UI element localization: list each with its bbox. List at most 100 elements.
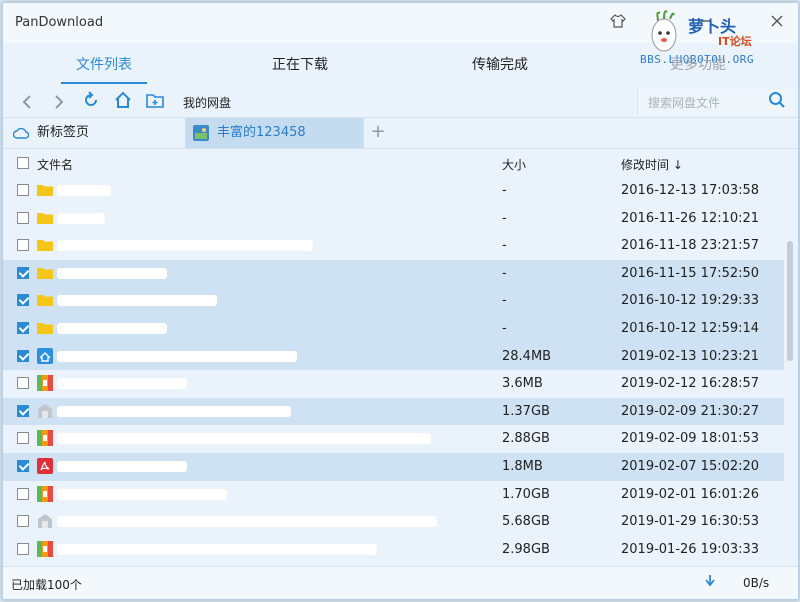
- file-name-redacted: [57, 267, 167, 279]
- archive-icon: [37, 540, 53, 557]
- file-size: 5.68GB: [502, 514, 550, 530]
- vertical-scrollbar[interactable]: [784, 177, 796, 565]
- download-arrow-icon: [705, 575, 715, 591]
- current-path[interactable]: 我的网盘: [183, 94, 231, 111]
- home-icon[interactable]: [111, 90, 135, 114]
- file-checkbox[interactable]: [17, 432, 29, 445]
- tab-completed[interactable]: 传输完成: [445, 45, 555, 85]
- file-name-redacted: [57, 185, 111, 196]
- file-modified-time: 2019-02-09 21:30:27: [621, 403, 760, 419]
- file-checkbox[interactable]: [17, 542, 29, 555]
- file-checkbox[interactable]: [17, 404, 29, 417]
- archive-icon: [37, 430, 53, 447]
- file-size: 28.4MB: [502, 348, 552, 364]
- file-name-redacted: [57, 323, 167, 334]
- file-checkbox[interactable]: [17, 460, 29, 472]
- file-row[interactable]: - 2016-11-18 23:21:57: [3, 232, 784, 260]
- search-icon[interactable]: [768, 91, 788, 111]
- file-size: -: [502, 265, 507, 281]
- pandownload-window: PanDownload 萝卜头 IT论坛 BBS.LUOBOTOU.ORG 文件…: [2, 2, 799, 600]
- folder-icon: [37, 292, 53, 308]
- skin-icon[interactable]: [608, 13, 628, 33]
- file-name-redacted: [57, 350, 297, 362]
- package-icon: [37, 403, 53, 419]
- add-tab-icon[interactable]: +: [363, 118, 392, 148]
- file-tabs: 新标签页 丰富的123458 +: [3, 118, 798, 149]
- file-name-redacted: [57, 405, 291, 417]
- file-modified-time: 2019-02-01 16:01:26: [621, 486, 760, 502]
- new-folder-icon[interactable]: [143, 90, 167, 114]
- file-size: 1.37GB: [502, 403, 550, 419]
- tab-file-list[interactable]: 文件列表: [49, 45, 159, 85]
- file-checkbox[interactable]: [17, 515, 29, 528]
- file-row[interactable]: - 2016-11-15 17:52:50: [3, 259, 784, 288]
- file-modified-time: 2019-01-26 19:03:33: [621, 541, 760, 557]
- loaded-count: 已加载100个: [11, 578, 82, 592]
- file-list-header: 文件名 大小 修改时间 ↓: [3, 149, 798, 177]
- file-name-redacted: [57, 295, 217, 307]
- window-title: PanDownload: [15, 15, 104, 30]
- toolbar: 我的网盘: [3, 87, 798, 118]
- file-row[interactable]: 1.8MB 2019-02-07 15:02:20: [3, 453, 784, 481]
- back-icon[interactable]: [15, 90, 39, 114]
- file-name-redacted: [57, 516, 437, 528]
- file-row[interactable]: 2.88GB 2019-02-09 18:01:53: [3, 425, 784, 453]
- column-size[interactable]: 大小: [502, 156, 526, 173]
- file-row[interactable]: 2.98GB 2019-01-26 19:03:33: [3, 536, 784, 564]
- user-avatar-icon: [193, 125, 209, 141]
- file-row[interactable]: - 2016-12-13 17:03:58: [3, 177, 784, 205]
- tab-user-drive[interactable]: 丰富的123458: [185, 118, 363, 148]
- column-name[interactable]: 文件名: [37, 156, 73, 173]
- folder-icon: [37, 237, 53, 253]
- file-size: -: [502, 238, 507, 254]
- file-size: -: [502, 321, 507, 336]
- file-checkbox[interactable]: [17, 487, 29, 500]
- search-input[interactable]: [646, 93, 762, 113]
- file-name-redacted: [57, 378, 187, 390]
- file-name-redacted: [57, 461, 187, 472]
- folder-icon: [37, 182, 53, 198]
- search-box: [637, 89, 794, 115]
- file-row[interactable]: - 2016-10-12 12:59:14: [3, 315, 784, 343]
- file-checkbox[interactable]: [17, 239, 29, 252]
- file-row[interactable]: 1.70GB 2019-02-01 16:01:26: [3, 481, 784, 509]
- file-modified-time: 2016-11-15 17:52:50: [621, 265, 760, 281]
- active-tab-indicator: [61, 82, 147, 84]
- tab-downloading[interactable]: 正在下载: [245, 45, 355, 85]
- file-size: 2.98GB: [502, 541, 550, 557]
- file-checkbox[interactable]: [17, 322, 29, 334]
- forward-icon[interactable]: [47, 90, 71, 114]
- file-checkbox[interactable]: [17, 211, 29, 224]
- file-size: -: [502, 293, 507, 309]
- file-checkbox[interactable]: [17, 349, 29, 362]
- file-row[interactable]: 1.37GB 2019-02-09 21:30:27: [3, 397, 784, 426]
- tab-more[interactable]: 更多功能: [643, 45, 753, 85]
- archive-icon: [37, 485, 53, 502]
- refresh-icon[interactable]: [79, 90, 103, 114]
- file-size: 1.70GB: [502, 486, 550, 502]
- main-tabs: 文件列表 正在下载 传输完成 更多功能: [3, 45, 798, 85]
- file-modified-time: 2016-11-26 12:10:21: [621, 210, 760, 226]
- tab-new-tab[interactable]: 新标签页: [11, 118, 183, 148]
- file-checkbox[interactable]: [17, 377, 29, 390]
- select-all-checkbox[interactable]: [17, 157, 29, 169]
- file-row[interactable]: - 2016-10-12 19:29:33: [3, 287, 784, 315]
- file-name-redacted: [57, 543, 377, 555]
- file-modified-time: 2016-12-13 17:03:58: [621, 183, 760, 198]
- file-checkbox[interactable]: [17, 266, 29, 279]
- column-time[interactable]: 修改时间 ↓: [621, 156, 683, 173]
- tab-new-tab-label: 新标签页: [37, 125, 90, 140]
- file-name-redacted: [57, 240, 313, 252]
- file-checkbox[interactable]: [17, 184, 29, 196]
- file-list: - 2016-12-13 17:03:58 - 2016-11-26 12:10:21…: [3, 177, 784, 565]
- scroll-thumb[interactable]: [787, 241, 793, 361]
- file-row[interactable]: 28.4MB 2019-02-13 10:23:21: [3, 342, 784, 371]
- file-row[interactable]: 5.68GB 2019-01-29 16:30:53: [3, 508, 784, 536]
- file-row[interactable]: 3.6MB 2019-02-12 16:28:57: [3, 370, 784, 398]
- file-checkbox[interactable]: [17, 294, 29, 307]
- installer-icon: [37, 347, 53, 364]
- file-modified-time: 2019-02-07 15:02:20: [621, 459, 760, 474]
- file-name-redacted: [57, 212, 105, 224]
- archive-icon: [37, 375, 53, 392]
- file-row[interactable]: - 2016-11-26 12:10:21: [3, 205, 784, 233]
